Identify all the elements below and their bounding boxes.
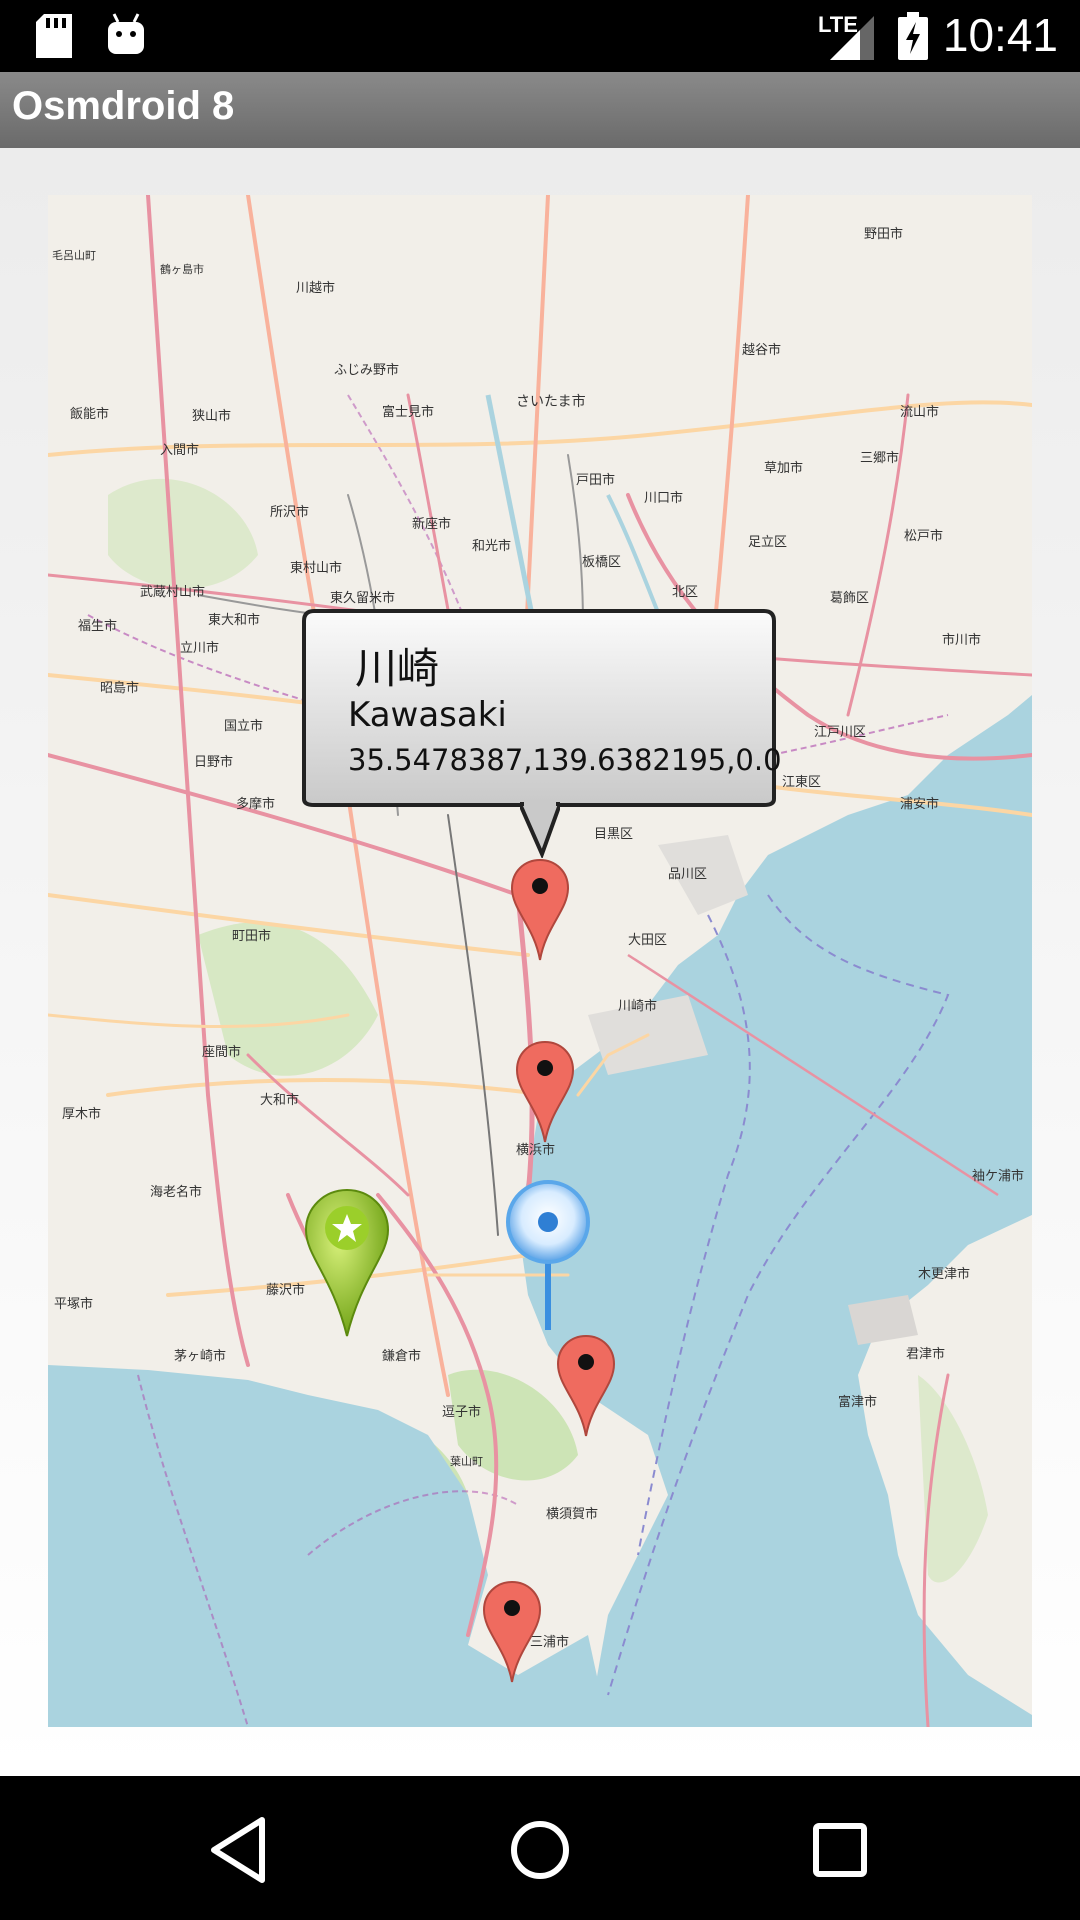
place-label: 東久留米市 (330, 591, 396, 606)
miura-marker[interactable] (482, 1580, 542, 1684)
place-label: 藤沢市 (266, 1283, 306, 1298)
place-label: 厚木市 (62, 1107, 102, 1122)
place-label: 東村山市 (290, 561, 343, 576)
place-label: 野田市 (864, 227, 904, 242)
place-label: 越谷市 (742, 343, 782, 358)
place-label: 日野市 (194, 755, 234, 770)
place-label: 君津市 (906, 1347, 946, 1362)
place-label: 福生市 (78, 619, 118, 634)
android-icon (108, 13, 144, 54)
place-label: 和光市 (472, 539, 512, 554)
place-label: さいたま市 (516, 394, 586, 410)
place-label: 川口市 (644, 491, 684, 506)
place-label: 戸田市 (576, 473, 616, 488)
place-label: 松戸市 (904, 529, 944, 544)
place-label: 江戸川区 (814, 725, 867, 740)
yokosuka-marker[interactable] (556, 1334, 616, 1438)
place-label: 茅ヶ崎市 (174, 1349, 227, 1364)
place-label: 逗子市 (442, 1405, 482, 1420)
place-label: 座間市 (202, 1045, 242, 1060)
place-label: 袖ケ浦市 (972, 1169, 1025, 1184)
sd-card-icon (36, 14, 72, 58)
place-label: 浦安市 (900, 797, 940, 812)
place-label: 北区 (672, 585, 699, 600)
place-label: 多摩市 (236, 797, 276, 812)
place-label: 大田区 (628, 933, 668, 948)
navigation-bar (0, 1776, 1080, 1920)
place-label: 毛呂山町 (52, 249, 96, 262)
place-label: 富津市 (838, 1395, 878, 1410)
place-label: 川越市 (296, 281, 336, 296)
place-label: 狭山市 (192, 409, 232, 424)
blue-location-marker[interactable] (500, 1180, 596, 1340)
place-label: 三郷市 (860, 451, 900, 466)
place-label: ふじみ野市 (334, 363, 400, 378)
place-label: 飯能市 (70, 407, 110, 422)
place-label: 大和市 (260, 1093, 300, 1108)
place-label: 木更津市 (918, 1267, 971, 1282)
info-window-tail (520, 800, 560, 858)
signal-icon (830, 16, 874, 60)
place-label: 入間市 (160, 443, 200, 458)
info-window-subtitle: Kawasaki (348, 695, 507, 735)
place-label: 板橋区 (582, 555, 622, 570)
clock: 10:41 (942, 9, 1058, 61)
place-label: 鎌倉市 (382, 1349, 422, 1364)
place-label: 所沢市 (270, 505, 310, 520)
place-label: 海老名市 (150, 1185, 203, 1200)
place-label: 町田市 (232, 929, 272, 944)
place-label: 足立区 (748, 535, 788, 550)
place-label: 国立市 (224, 719, 264, 734)
status-bar: LTE 10:41 (0, 0, 1080, 72)
battery-charging-icon (898, 12, 928, 60)
place-label: 草加市 (764, 461, 804, 476)
place-label: 横須賀市 (546, 1507, 599, 1522)
info-window-description: 35.5478387,139.6382195,0.0 (348, 743, 782, 777)
place-label: 葛飾区 (830, 591, 870, 606)
yokohama-marker[interactable] (515, 1040, 575, 1144)
place-label: 市川市 (942, 633, 982, 648)
kawasaki-marker[interactable] (510, 858, 570, 962)
green-star-marker[interactable] (302, 1186, 392, 1340)
place-label: 新座市 (412, 517, 452, 532)
app-title: Osmdroid 8 (12, 84, 235, 128)
back-icon[interactable] (200, 1810, 280, 1890)
home-icon[interactable] (500, 1810, 580, 1890)
place-label: 武蔵村山市 (140, 585, 206, 600)
app-bar: Osmdroid 8 (0, 72, 1080, 148)
place-label: 目黒区 (594, 827, 634, 842)
recents-icon[interactable] (800, 1810, 880, 1890)
place-label: 富士見市 (382, 405, 435, 420)
info-window-title: 川崎 (355, 644, 440, 693)
place-label: 鶴ヶ島市 (160, 263, 204, 276)
place-label: 平塚市 (54, 1297, 94, 1312)
place-label: 流山市 (900, 405, 940, 420)
place-label: 葉山町 (450, 1455, 483, 1468)
place-label: 品川区 (668, 867, 708, 882)
place-label: 立川市 (180, 641, 220, 656)
place-label: 江東区 (782, 775, 822, 790)
place-label: 東大和市 (208, 613, 261, 628)
place-label: 川崎市 (618, 999, 658, 1014)
place-label: 昭島市 (100, 681, 140, 696)
